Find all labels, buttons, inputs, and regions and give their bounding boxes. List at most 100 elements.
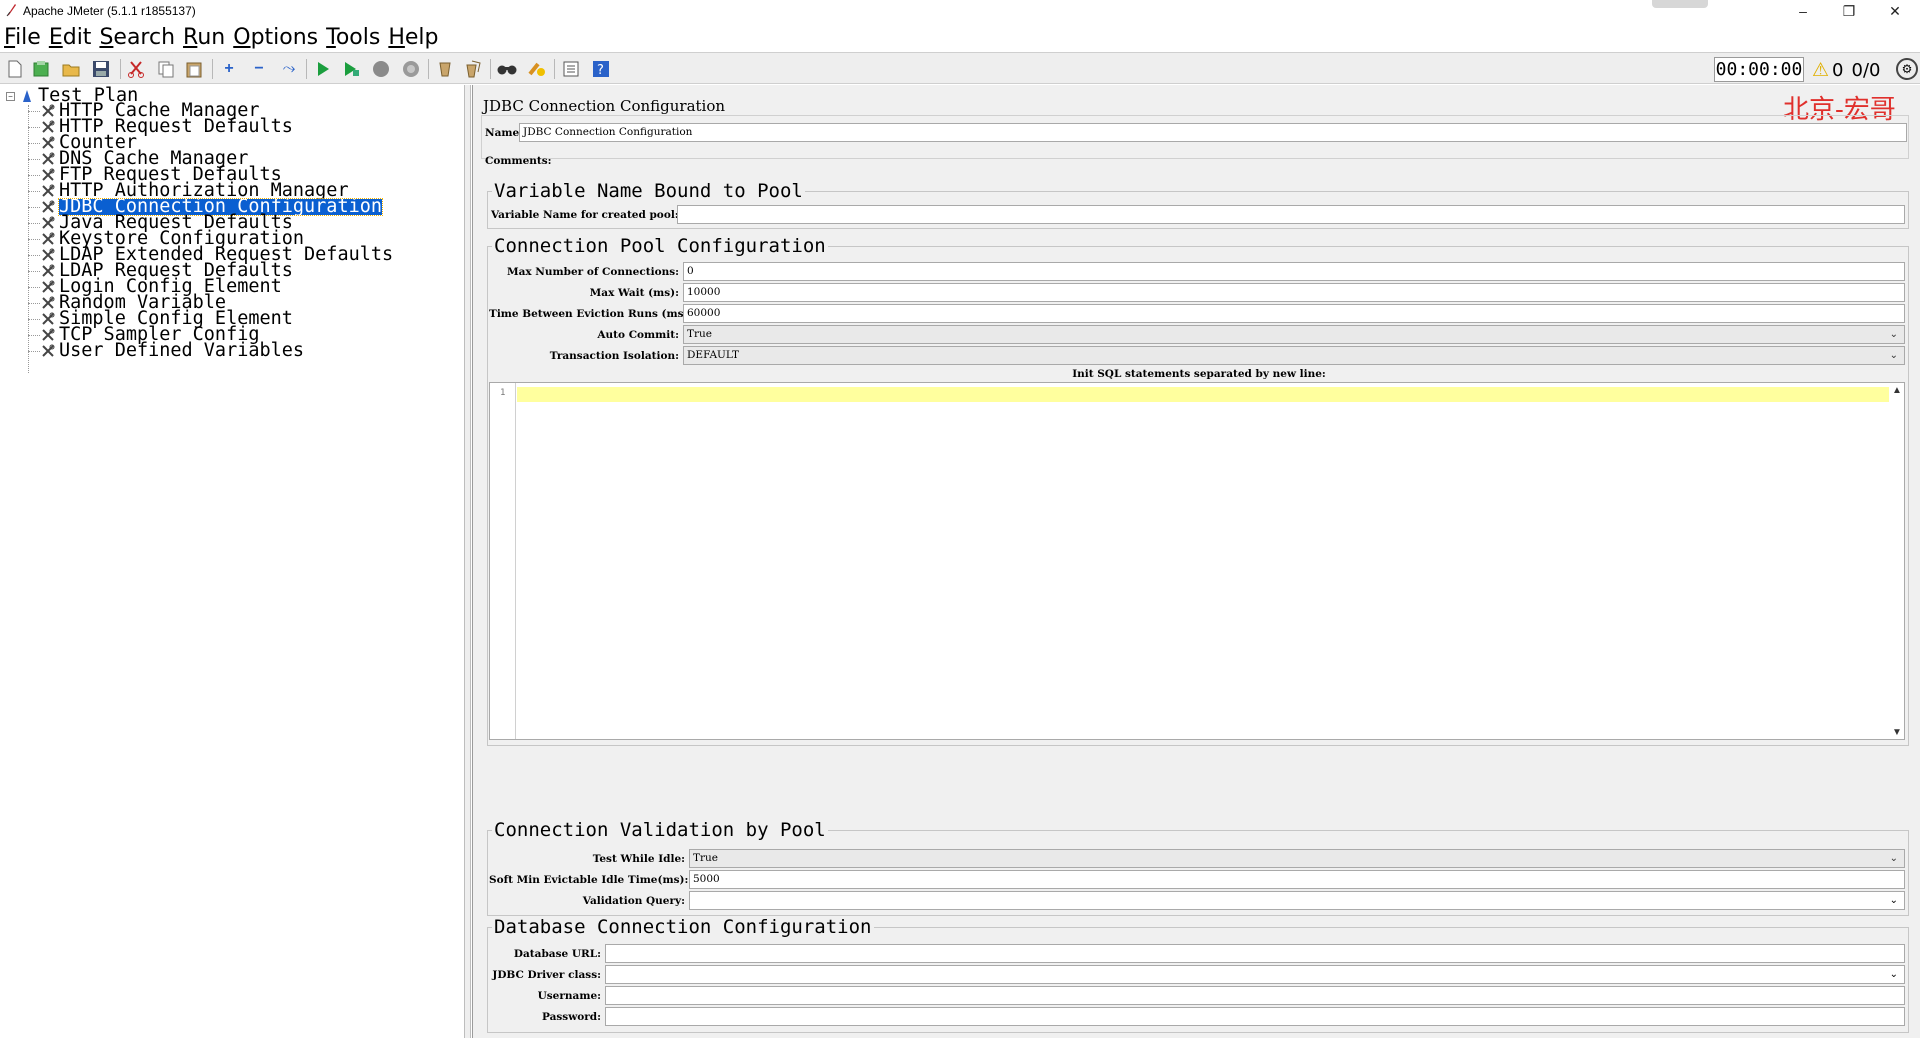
- max-connections-label: Max Number of Connections:: [506, 266, 679, 278]
- transaction-isolation-label: Transaction Isolation:: [549, 350, 679, 362]
- pane-splitter[interactable]: [465, 85, 471, 1038]
- name-label: Name:: [485, 127, 524, 139]
- tree-connector: [28, 302, 40, 304]
- jdbc-driver-field[interactable]: ⌄: [605, 965, 1905, 984]
- close-button[interactable]: ✕: [1872, 0, 1918, 22]
- clear-icon[interactable]: [434, 58, 456, 80]
- toolbar-separator: [120, 59, 121, 79]
- function-helper-icon[interactable]: [560, 58, 582, 80]
- config-element-icon: [40, 215, 56, 231]
- eviction-runs-label: Time Between Eviction Runs (ms):: [489, 308, 693, 320]
- paste-icon[interactable]: [183, 58, 205, 80]
- password-field[interactable]: [605, 1007, 1905, 1026]
- validation-group-title: Connection Validation by Pool: [492, 819, 828, 841]
- menu-tools[interactable]: Tools: [326, 25, 380, 50]
- open-icon[interactable]: [60, 58, 82, 80]
- auto-commit-value: True: [687, 328, 712, 340]
- toolbar-separator: [306, 59, 307, 79]
- tree-connector: [28, 190, 40, 192]
- expand-icon[interactable]: +: [218, 58, 240, 80]
- stop-icon[interactable]: [370, 58, 392, 80]
- chevron-down-icon: ⌄: [1889, 853, 1898, 864]
- panel-title: JDBC Connection Configuration: [483, 97, 726, 115]
- menu-file[interactable]: File: [4, 25, 41, 50]
- elapsed-timer: 00:00:00: [1714, 57, 1804, 82]
- max-wait-label: Max Wait (ms):: [589, 287, 679, 299]
- config-element-icon: [40, 247, 56, 263]
- soft-min-idle-field[interactable]: 5000: [689, 870, 1905, 889]
- menu-options[interactable]: Options: [233, 25, 318, 50]
- test-while-idle-label: Test While Idle:: [592, 853, 685, 865]
- shutdown-icon[interactable]: [400, 58, 422, 80]
- test-while-idle-value: True: [693, 852, 718, 864]
- collapse-icon[interactable]: −: [248, 58, 270, 80]
- help-icon[interactable]: ?: [590, 58, 612, 80]
- database-url-field[interactable]: [605, 944, 1905, 963]
- test-while-idle-select[interactable]: True ⌄: [689, 849, 1905, 868]
- cut-icon[interactable]: [125, 58, 147, 80]
- username-label: Username:: [537, 990, 601, 1002]
- comments-field[interactable]: [539, 151, 1907, 170]
- warning-icon[interactable]: ⚠: [1812, 59, 1829, 81]
- config-element-icon: [40, 135, 56, 151]
- username-field[interactable]: [605, 986, 1905, 1005]
- password-label: Password:: [541, 1011, 601, 1023]
- transaction-isolation-select[interactable]: DEFAULT ⌄: [683, 346, 1905, 365]
- remote-status-icon[interactable]: ⚙: [1896, 58, 1918, 80]
- config-element-icon: [40, 327, 56, 343]
- tree-connector: [28, 110, 40, 112]
- database-group-title: Database Connection Configuration: [492, 916, 874, 938]
- title-bar: Apache JMeter (5.1.1 r1855137) – ❐ ✕: [0, 0, 1920, 22]
- jmeter-feather-icon: [4, 3, 18, 17]
- config-element-icon: [40, 343, 56, 359]
- scroll-up-icon[interactable]: ▲: [1890, 383, 1904, 397]
- jdbc-driver-label: JDBC Driver class:: [492, 969, 601, 981]
- auto-commit-select[interactable]: True ⌄: [683, 325, 1905, 344]
- tree-connector: [28, 286, 40, 288]
- menu-search[interactable]: Search: [99, 25, 175, 50]
- soft-min-idle-label: Soft Min Evictable Idle Time(ms):: [489, 874, 689, 886]
- start-icon[interactable]: [312, 58, 334, 80]
- toolbar-separator: [554, 59, 555, 79]
- restore-button[interactable]: ❐: [1826, 0, 1872, 22]
- eviction-runs-field[interactable]: 60000: [683, 304, 1905, 323]
- tree-connector: [28, 270, 40, 272]
- max-wait-field[interactable]: 10000: [683, 283, 1905, 302]
- max-connections-field[interactable]: 0: [683, 262, 1905, 281]
- menu-run[interactable]: Run: [183, 25, 225, 50]
- config-element-icon: [40, 231, 56, 247]
- tree-connector: [28, 206, 40, 208]
- menu-help[interactable]: Help: [388, 25, 438, 50]
- tree-connector: [28, 318, 40, 320]
- tree-item[interactable]: User Defined Variables: [28, 341, 304, 360]
- name-field[interactable]: JDBC Connection Configuration: [519, 123, 1907, 142]
- editor-scrollbar[interactable]: ▲ ▼: [1890, 383, 1904, 739]
- title-drag-tab[interactable]: [1652, 0, 1708, 8]
- reset-search-icon[interactable]: [526, 58, 548, 80]
- init-sql-editor[interactable]: 1 ▲ ▼: [489, 382, 1905, 740]
- database-url-label: Database URL:: [513, 948, 601, 960]
- auto-commit-label: Auto Commit:: [597, 329, 679, 341]
- chevron-down-icon: ⌄: [1889, 969, 1898, 980]
- config-element-icon: [40, 199, 56, 215]
- test-plan-tree: − Test Plan HTTP Cache Manager HTTP Reque…: [0, 85, 465, 1038]
- clear-all-icon[interactable]: [462, 58, 484, 80]
- new-icon[interactable]: [4, 58, 26, 80]
- collapse-toggle-icon[interactable]: −: [6, 91, 15, 101]
- toolbar-separator: [212, 59, 213, 79]
- scroll-down-icon[interactable]: ▼: [1890, 725, 1904, 739]
- toolbar: + − ⤳ ? 00:00:00 ⚠ 0 0/0 ⚙: [0, 52, 1920, 84]
- config-panel: JDBC Connection Configuration 北京-宏哥 Name…: [472, 85, 1920, 1038]
- toggle-icon[interactable]: ⤳: [278, 58, 300, 80]
- variable-name-field[interactable]: [677, 205, 1905, 224]
- window-title: Apache JMeter (5.1.1 r1855137): [23, 4, 196, 18]
- test-plan-icon: [20, 89, 34, 103]
- save-icon[interactable]: [90, 58, 112, 80]
- menu-edit[interactable]: Edit: [49, 25, 92, 50]
- copy-icon[interactable]: [155, 58, 177, 80]
- start-no-pauses-icon[interactable]: [340, 58, 362, 80]
- templates-icon[interactable]: [30, 58, 52, 80]
- minimize-button[interactable]: –: [1780, 0, 1826, 22]
- search-icon[interactable]: [496, 58, 518, 80]
- validation-query-field[interactable]: ⌄: [689, 891, 1905, 910]
